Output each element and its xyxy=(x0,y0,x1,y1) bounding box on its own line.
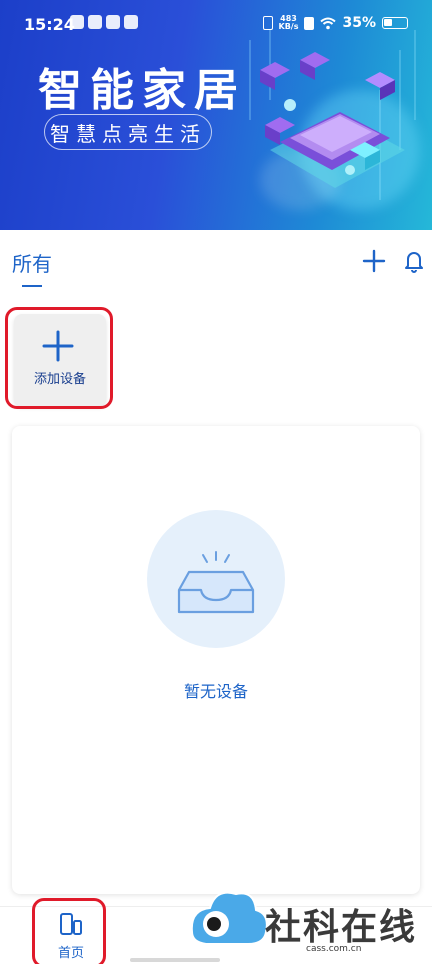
tab-all[interactable]: 所有 xyxy=(12,248,52,277)
bell-icon[interactable] xyxy=(403,249,425,273)
plus-icon[interactable] xyxy=(362,249,386,273)
highlight-frame-add-device xyxy=(5,307,113,409)
empty-message: 暂无设备 xyxy=(183,682,248,701)
banner-subtitle: 智慧点亮生活 xyxy=(44,114,212,150)
battery-percent: 35% xyxy=(342,15,376,31)
highlight-frame-home xyxy=(32,898,106,964)
empty-illustration xyxy=(147,510,285,648)
net-speed: 483 KB/s xyxy=(278,14,299,31)
vibrate-icon xyxy=(262,16,273,30)
sim-icon xyxy=(304,16,315,30)
banner[interactable]: 15:24 483 KB/s 35% 智能家居 智慧点亮生活 xyxy=(0,0,432,230)
device-list-card: 暂无设备 xyxy=(12,426,420,894)
tab-underline xyxy=(22,285,42,287)
app-screen: 15:24 483 KB/s 35% 智能家居 智慧点亮生活 所有 添加设备 暂… xyxy=(0,0,432,964)
tiktok-icon xyxy=(124,15,138,29)
battery-icon xyxy=(382,17,408,29)
status-time: 15:24 xyxy=(24,15,75,34)
smart-home-illustration xyxy=(249,30,416,200)
tray-icon xyxy=(177,551,255,614)
wifi-icon xyxy=(320,17,337,29)
app-icon xyxy=(106,15,120,29)
status-app-icons xyxy=(70,15,138,29)
banner-title: 智能家居 xyxy=(38,65,246,116)
watermark-text: 社科在线 xyxy=(265,907,418,948)
app-icon xyxy=(88,15,102,29)
weibo-icon xyxy=(70,15,84,29)
watermark-url: cass.com.cn xyxy=(306,944,362,954)
status-right: 483 KB/s 35% xyxy=(262,14,408,31)
